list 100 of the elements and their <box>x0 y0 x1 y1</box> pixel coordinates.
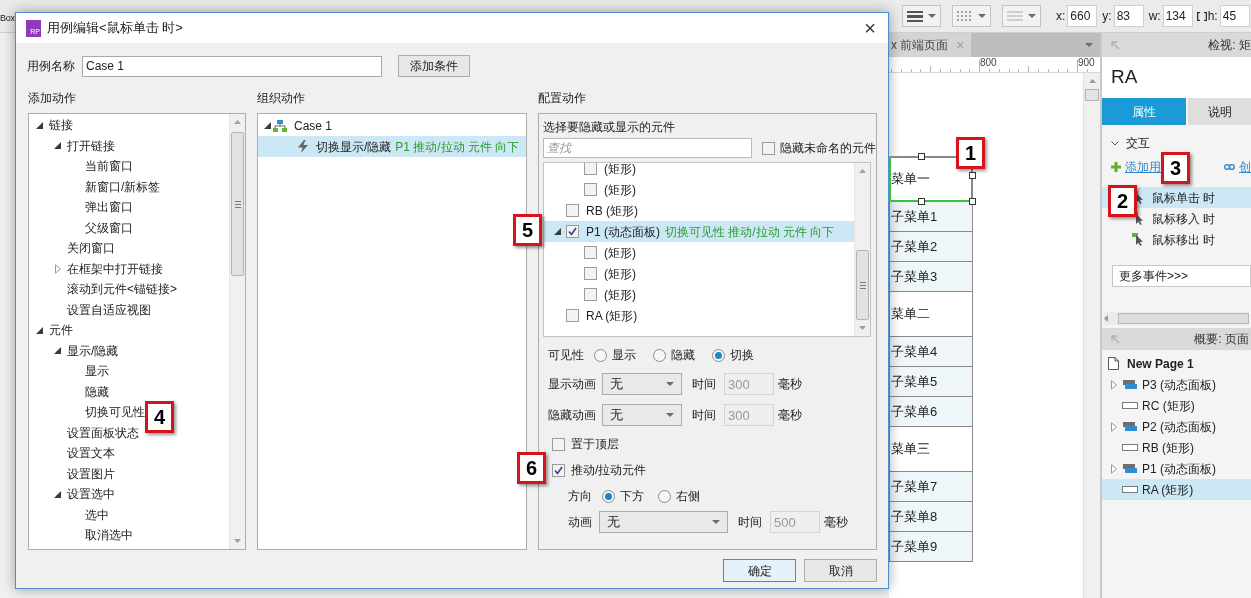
field-label: 用例名称 <box>27 58 75 75</box>
outline-item[interactable]: RA (矩形) <box>1102 479 1251 500</box>
section-title: 添加动作 <box>28 90 76 107</box>
tree-item[interactable]: 关闭窗口 <box>67 239 115 258</box>
tree-item[interactable]: 设置自适应视图 <box>67 300 151 319</box>
radio-label: 右侧 <box>676 488 700 505</box>
tree-item[interactable]: 在框架中打开链接 <box>67 259 163 278</box>
radio-label: 显示 <box>612 347 636 364</box>
widget-item[interactable]: (矩形) <box>604 163 636 178</box>
widget-item[interactable]: RA (矩形) <box>586 306 638 325</box>
tree-item[interactable]: 滚动到元件<锚链接> <box>67 280 177 299</box>
tab[interactable]: 说明 <box>1188 98 1251 125</box>
tree-item[interactable]: 显示 <box>85 362 109 381</box>
widget-row[interactable]: (矩形) <box>544 163 854 179</box>
submenu-item[interactable]: 子菜单6 <box>889 396 973 427</box>
tree-item[interactable]: 打开链接 <box>67 136 115 155</box>
step-marker: 3 <box>1161 152 1190 184</box>
coord-label: w: <box>1148 8 1161 25</box>
widget-row[interactable]: (矩形) <box>544 284 854 305</box>
section-title: 组织动作 <box>257 90 305 107</box>
submenu-item[interactable]: 子菜单2 <box>889 231 973 262</box>
cancel-button[interactable]: 取消 <box>804 559 877 582</box>
dropdown[interactable]: 无 <box>599 511 728 533</box>
step-marker: 4 <box>145 401 174 433</box>
widget-item[interactable]: P1 (动态面板) <box>586 222 660 241</box>
outline-item[interactable]: RC (矩形) <box>1102 395 1251 416</box>
step-marker: 6 <box>517 452 546 484</box>
submenu-item[interactable]: 子菜单9 <box>889 531 973 562</box>
field-label: 显示动画 <box>548 376 597 393</box>
outline-item[interactable]: P1 (动态面板) <box>1102 458 1251 479</box>
tree-item[interactable]: 当前窗口 <box>85 157 133 176</box>
ok-button[interactable]: 确定 <box>723 559 796 582</box>
field-label: 动画 <box>568 514 593 531</box>
tree-item[interactable]: 取消选中 <box>85 526 133 545</box>
case-item[interactable]: Case 1 <box>294 116 333 135</box>
tree-item[interactable]: 隐藏 <box>85 382 109 401</box>
step-marker: 2 <box>1108 185 1137 217</box>
step-marker: 5 <box>513 214 542 246</box>
link[interactable]: 添加用 <box>1125 158 1161 176</box>
tree-item[interactable]: 链接 <box>49 116 73 135</box>
search-field[interactable]: 查找 <box>543 138 752 158</box>
link[interactable]: 创 <box>1239 158 1251 176</box>
widget-item[interactable]: (矩形) <box>604 285 636 304</box>
menu-item[interactable]: 菜单二 <box>889 291 973 337</box>
widget-row[interactable]: (矩形) <box>544 263 854 284</box>
radio-label: 隐藏 <box>671 347 695 364</box>
coord-field[interactable]: 660 <box>1067 5 1098 27</box>
document-tab[interactable]: x 前端页面 × <box>889 33 971 57</box>
section-title: 交互 <box>1126 135 1150 152</box>
widget-item[interactable]: (矩形) <box>604 264 636 283</box>
submenu-item[interactable]: 子菜单5 <box>889 366 973 397</box>
coord-field[interactable]: 83 <box>1113 5 1144 27</box>
tree-item[interactable]: 设置面板状态 <box>67 423 139 442</box>
checkbox-label: 推动/拉动元件 <box>571 462 647 479</box>
widget-item[interactable]: (矩形) <box>604 180 636 199</box>
section-title: 配置动作 <box>538 90 586 107</box>
tree-item[interactable]: 设置选中 <box>67 485 115 504</box>
widget-name: RA <box>1102 57 1251 98</box>
submenu-item[interactable]: 子菜单8 <box>889 501 973 532</box>
field-label: 时间 <box>692 376 716 393</box>
close-button[interactable]: × <box>860 18 880 38</box>
tree-item[interactable]: 设置文本 <box>67 444 115 463</box>
widget-row[interactable]: RB (矩形) <box>544 200 854 221</box>
widget-item[interactable]: RB (矩形) <box>586 201 638 220</box>
event-item[interactable]: 鼠标移出 时 <box>1102 229 1251 250</box>
tree-item[interactable]: 设置图片 <box>67 464 115 483</box>
submenu-item[interactable]: 子菜单3 <box>889 261 973 292</box>
tree-item[interactable]: 显示/隐藏 <box>67 341 119 360</box>
unit-label: 毫秒 <box>824 514 848 531</box>
submenu-item[interactable]: 子菜单4 <box>889 336 973 367</box>
toolbar-label: Box <box>0 13 15 24</box>
outline-item[interactable]: New Page 1 <box>1102 353 1251 374</box>
case-name-field[interactable]: Case 1 <box>82 55 382 77</box>
outline-item[interactable]: P2 (动态面板) <box>1102 416 1251 437</box>
widget-row[interactable]: (矩形) <box>544 179 854 200</box>
outline-item[interactable]: RB (矩形) <box>1102 437 1251 458</box>
outline-item[interactable]: P3 (动态面板) <box>1102 374 1251 395</box>
field-label: 隐藏动画 <box>548 407 597 424</box>
dropdown[interactable]: 无 <box>602 404 682 426</box>
submenu-item[interactable]: 子菜单7 <box>889 471 973 502</box>
widget-item[interactable]: (矩形) <box>604 243 636 262</box>
menu-item[interactable]: 菜单三 <box>889 426 973 472</box>
radio-label: 下方 <box>620 488 644 505</box>
coord-field[interactable]: 45 <box>1219 5 1250 27</box>
widget-row[interactable]: (矩形) <box>544 242 854 263</box>
prompt-text: 选择要隐藏或显示的元件 <box>543 119 675 136</box>
tree-item[interactable]: 弹出窗口 <box>85 198 133 217</box>
dropdown[interactable]: 无 <box>602 373 682 395</box>
tree-item[interactable]: 父级窗口 <box>85 218 133 237</box>
add-condition-button[interactable]: 添加条件 <box>398 55 470 77</box>
tree-item[interactable]: 元件 <box>49 321 73 340</box>
widget-row[interactable]: RA (矩形) <box>544 305 854 326</box>
widget-row[interactable]: P1 (动态面板) 切换可见性 推动/拉动 元件 向下 <box>544 221 854 242</box>
tree-item[interactable]: 切换可见性 <box>85 403 145 422</box>
action-item[interactable]: 切换显示/隐藏 P1 推动/拉动 元件 向下 <box>258 136 526 157</box>
coord-field[interactable]: 134 <box>1162 5 1193 27</box>
field-label: 时间 <box>692 407 716 424</box>
tree-item[interactable]: 新窗口/新标签 <box>85 177 161 196</box>
more-events-dropdown[interactable]: 更多事件>>> <box>1112 265 1251 287</box>
tree-item[interactable]: 选中 <box>85 505 109 524</box>
